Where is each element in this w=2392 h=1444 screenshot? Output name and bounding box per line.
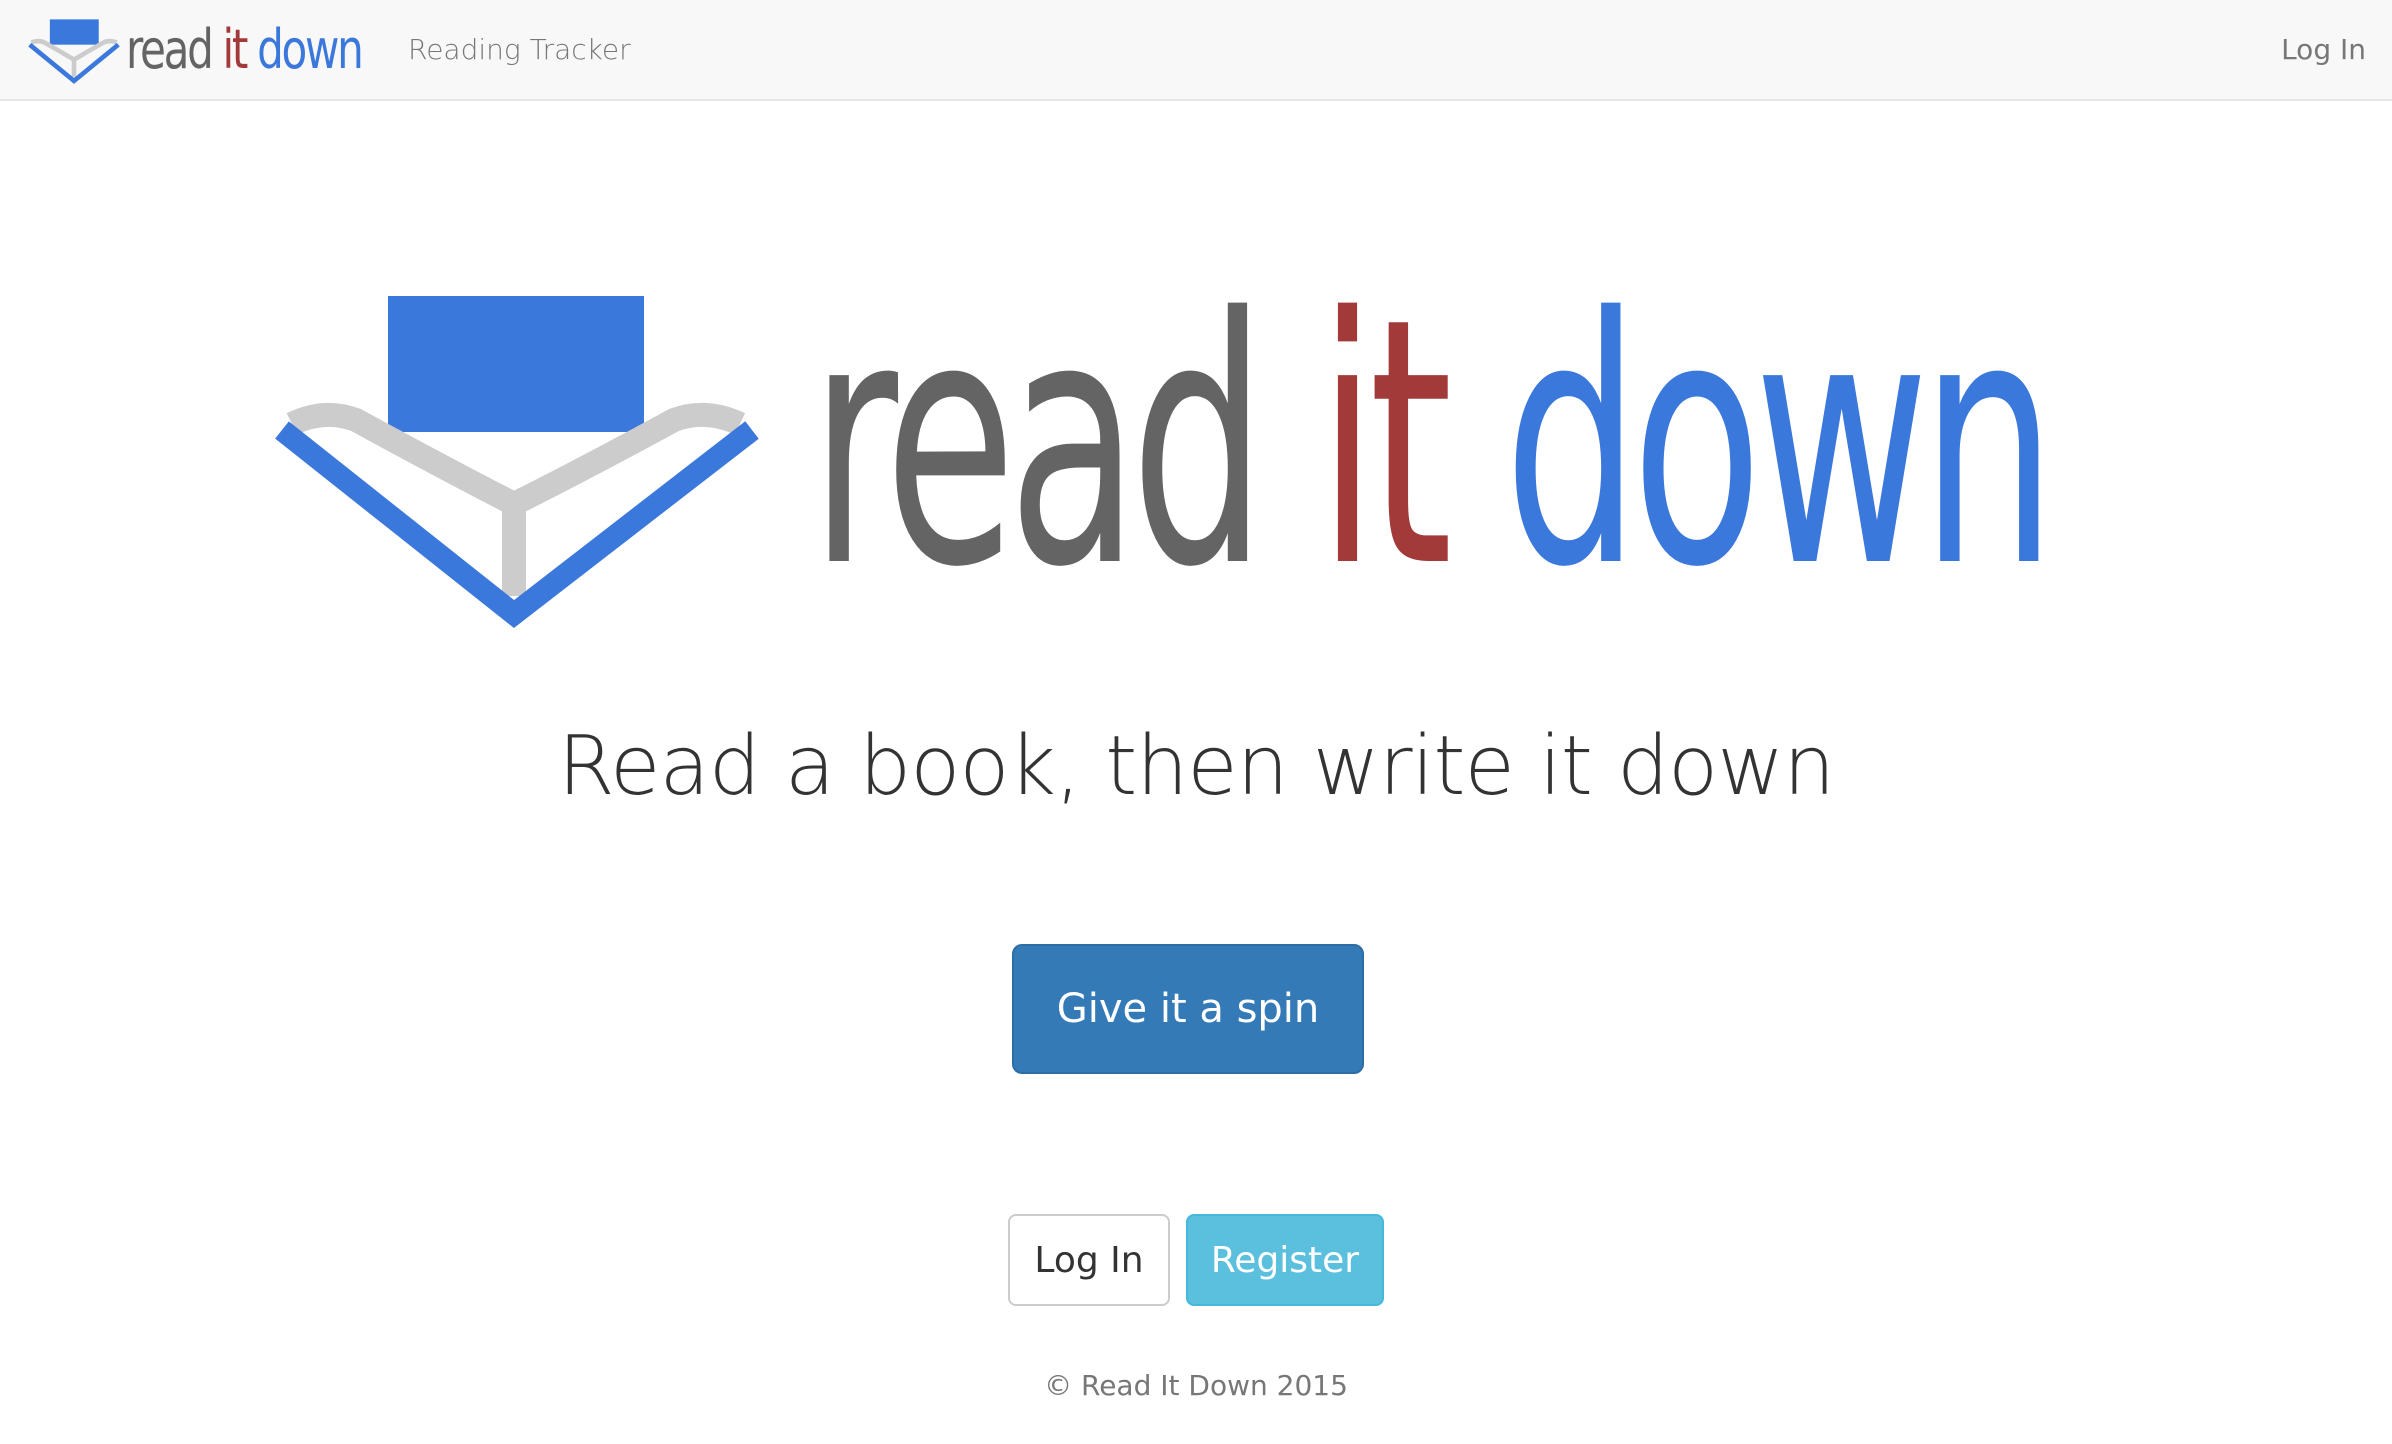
login-button[interactable]: Log In: [1008, 1214, 1170, 1306]
brand-word-read: read: [126, 18, 214, 81]
footer-copyright: © Read It Down 2015: [1044, 1369, 1348, 1402]
top-navbar: read it down Reading Tracker Log In: [0, 0, 2392, 101]
hero-word-down: down: [1503, 246, 2057, 642]
hero-word-it: it: [1317, 246, 1453, 642]
brand-word-down: down: [257, 18, 364, 81]
nav-tagline: Reading Tracker: [408, 33, 631, 66]
hero-wordmark: read it down: [810, 274, 2056, 614]
register-button[interactable]: Register: [1186, 1214, 1384, 1306]
hero-logo: read it down: [274, 274, 2124, 636]
open-book-download-icon: [28, 19, 120, 84]
brand-wordmark: read it down: [126, 18, 364, 82]
nav-login-link[interactable]: Log In: [2281, 28, 2366, 72]
open-book-download-icon: [275, 296, 759, 628]
give-it-a-spin-button[interactable]: Give it a spin: [1012, 944, 1364, 1074]
brand-word-it: it: [222, 18, 249, 81]
brand-logo-link[interactable]: read it down: [28, 14, 388, 86]
hero-word-read: read: [810, 246, 1267, 642]
hero-tagline: Read a book, then write it down: [557, 719, 1836, 814]
